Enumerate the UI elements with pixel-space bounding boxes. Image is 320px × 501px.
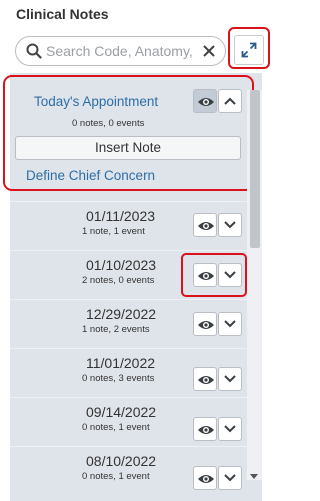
note-counts: 1 note, 1 event (82, 226, 145, 237)
today-appointment-title[interactable]: Today's Appointment (34, 94, 158, 109)
expand-row-button[interactable] (218, 466, 242, 490)
note-counts: 0 notes, 1 event (82, 422, 150, 433)
eye-icon (198, 222, 214, 230)
scrollbar-thumb[interactable] (250, 90, 260, 248)
define-chief-concern-link[interactable]: Define Chief Concern (26, 168, 155, 183)
close-icon[interactable] (202, 44, 216, 58)
note-counts: 2 notes, 0 events (82, 275, 155, 286)
note-counts: 0 notes, 3 events (82, 373, 155, 384)
view-button[interactable] (193, 213, 217, 237)
chevron-up-icon (224, 97, 236, 105)
search-icon (26, 43, 42, 59)
expand-row-button[interactable] (218, 263, 242, 287)
note-counts: 1 note, 2 events (82, 324, 150, 335)
chevron-down-icon (224, 425, 236, 433)
note-counts: 0 notes, 1 event (82, 471, 150, 482)
note-date: 01/11/2023 (86, 208, 156, 224)
chevron-down-icon (224, 474, 236, 482)
expand-row-button[interactable] (218, 367, 242, 391)
eye-icon (198, 376, 214, 384)
note-date: 12/29/2022 (86, 306, 157, 322)
eye-icon (198, 272, 214, 280)
view-button[interactable] (193, 466, 217, 490)
note-date: 09/14/2022 (86, 404, 157, 420)
view-button[interactable] (193, 367, 217, 391)
eye-icon (198, 475, 214, 483)
panel-title: Clinical Notes (16, 6, 109, 22)
scroll-down-arrow-icon[interactable] (250, 474, 258, 479)
note-date: 08/10/2022 (86, 453, 157, 469)
insert-note-button[interactable]: Insert Note (15, 136, 241, 160)
expand-row-button[interactable] (218, 312, 242, 336)
today-view-button[interactable] (193, 89, 217, 113)
view-button[interactable] (193, 263, 217, 287)
note-date: 01/10/2023 (86, 257, 157, 273)
search-box[interactable] (15, 36, 226, 66)
search-input[interactable] (46, 41, 206, 61)
expand-row-button[interactable] (218, 213, 242, 237)
view-button[interactable] (193, 417, 217, 441)
chevron-down-icon (224, 375, 236, 383)
expand-row-button[interactable] (218, 417, 242, 441)
expand-button[interactable] (234, 35, 264, 65)
eye-icon (198, 98, 214, 106)
note-date: 11/01/2022 (86, 355, 156, 371)
eye-icon (198, 426, 214, 434)
today-collapse-button[interactable] (218, 89, 242, 113)
chevron-down-icon (224, 271, 236, 279)
chevron-down-icon (224, 221, 236, 229)
eye-icon (198, 321, 214, 329)
view-button[interactable] (193, 312, 217, 336)
chevron-down-icon (224, 320, 236, 328)
today-counts: 0 notes, 0 events (72, 118, 145, 129)
expand-icon (241, 42, 257, 58)
